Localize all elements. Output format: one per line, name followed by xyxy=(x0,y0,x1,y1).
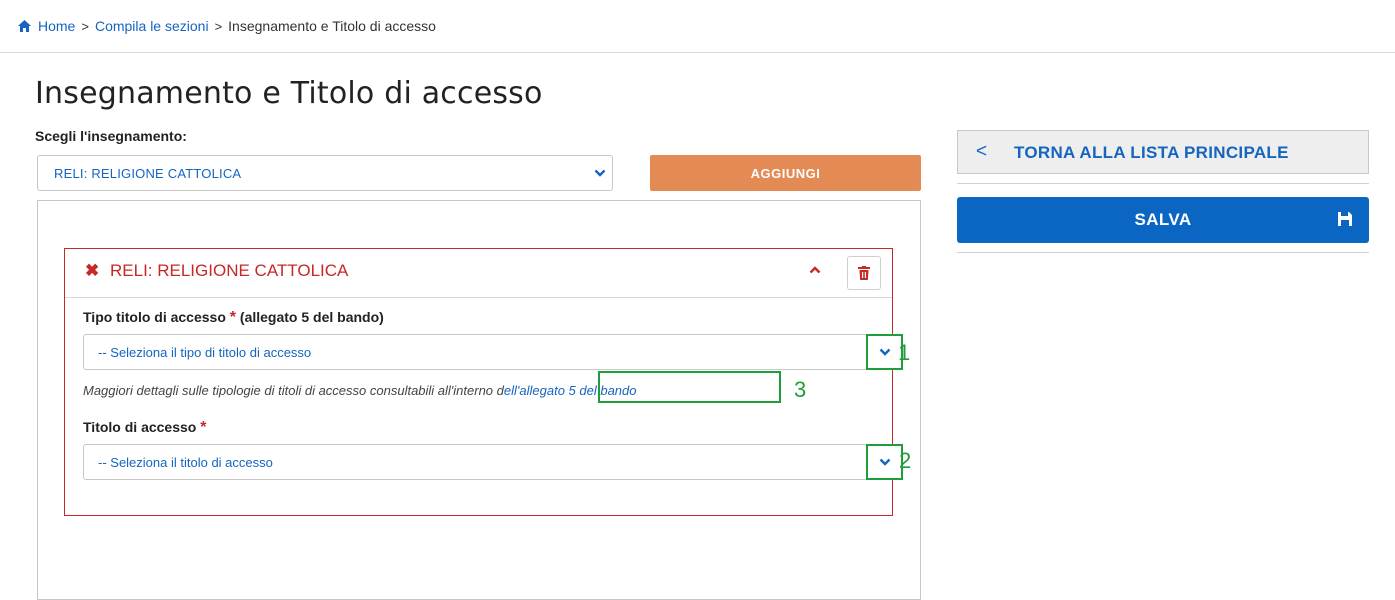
titolo-accesso-placeholder: -- Seleziona il titolo di accesso xyxy=(98,455,273,470)
cropped-top-text xyxy=(0,0,1395,8)
chevron-up-icon[interactable] xyxy=(809,265,821,274)
tipo-titolo-select[interactable]: -- Seleziona il tipo di titolo di access… xyxy=(83,334,903,370)
teaching-card-title: RELI: RELIGIONE CATTOLICA xyxy=(110,261,349,280)
teaching-select-value: RELI: RELIGIONE CATTOLICA xyxy=(54,166,242,181)
chevron-down-icon xyxy=(594,169,606,177)
tipo-titolo-hint: Maggiori dettagli sulle tipologie di tit… xyxy=(83,383,637,398)
breadcrumb: Home > Compila le sezioni > Insegnamento… xyxy=(17,18,436,34)
breadcrumb-home-link[interactable]: Home xyxy=(38,18,75,34)
titolo-accesso-label: Titolo di accesso * xyxy=(83,419,206,437)
choose-teaching-label: Scegli l'insegnamento: xyxy=(35,128,187,144)
breadcrumb-separator: > xyxy=(81,18,89,34)
chevron-down-icon xyxy=(879,458,890,466)
titolo-accesso-select[interactable]: -- Seleziona il titolo di accesso xyxy=(83,444,903,480)
chevron-left-icon: < xyxy=(976,141,988,162)
annotation-number-3: 3 xyxy=(794,377,807,402)
page-title: Insegnamento e Titolo di accesso xyxy=(35,76,543,111)
tipo-titolo-label-text: Tipo titolo di accesso xyxy=(83,309,226,325)
required-asterisk: * xyxy=(200,419,207,436)
titolo-accesso-label-text: Titolo di accesso xyxy=(83,419,197,435)
annotation-box-3 xyxy=(598,371,781,403)
save-button[interactable]: SALVA xyxy=(957,197,1369,243)
breadcrumb-separator: > xyxy=(214,18,223,34)
teaching-select[interactable]: RELI: RELIGIONE CATTOLICA xyxy=(37,155,613,191)
hint-link-prefix: ell' xyxy=(503,383,520,398)
sidebar-divider xyxy=(957,183,1369,184)
delete-button[interactable] xyxy=(847,256,881,290)
tipo-titolo-label: Tipo titolo di accesso * (allegato 5 del… xyxy=(83,309,384,327)
tipo-titolo-label-suffix: (allegato 5 del bando) xyxy=(236,309,384,325)
header-divider xyxy=(0,52,1395,53)
sidebar-divider xyxy=(957,252,1369,253)
tipo-titolo-placeholder: -- Seleziona il tipo di titolo di access… xyxy=(98,345,312,360)
error-x-icon: ✖ xyxy=(85,261,100,280)
back-to-main-list-button[interactable]: < TORNA ALLA LISTA PRINCIPALE xyxy=(957,130,1369,174)
teaching-card-header[interactable]: ✖ RELI: RELIGIONE CATTOLICA xyxy=(65,249,892,298)
annotation-number-1: 1 xyxy=(898,340,911,365)
breadcrumb-current: Insegnamento e Titolo di accesso xyxy=(228,18,436,34)
breadcrumb-step-link[interactable]: Compila le sezioni xyxy=(95,18,209,34)
annotation-number-2: 2 xyxy=(899,448,912,473)
hint-text: Maggiori dettagli sulle tipologie di tit… xyxy=(83,383,504,398)
chevron-down-icon xyxy=(879,348,890,356)
home-icon[interactable] xyxy=(17,19,32,33)
floppy-disk-icon xyxy=(1338,212,1352,226)
trash-icon xyxy=(858,266,870,280)
save-button-label: SALVA xyxy=(1134,210,1192,229)
back-to-main-list-label: TORNA ALLA LISTA PRINCIPALE xyxy=(1014,143,1289,162)
add-button[interactable]: AGGIUNGI xyxy=(650,155,921,191)
titolo-accesso-dropdown-toggle[interactable] xyxy=(866,444,903,480)
